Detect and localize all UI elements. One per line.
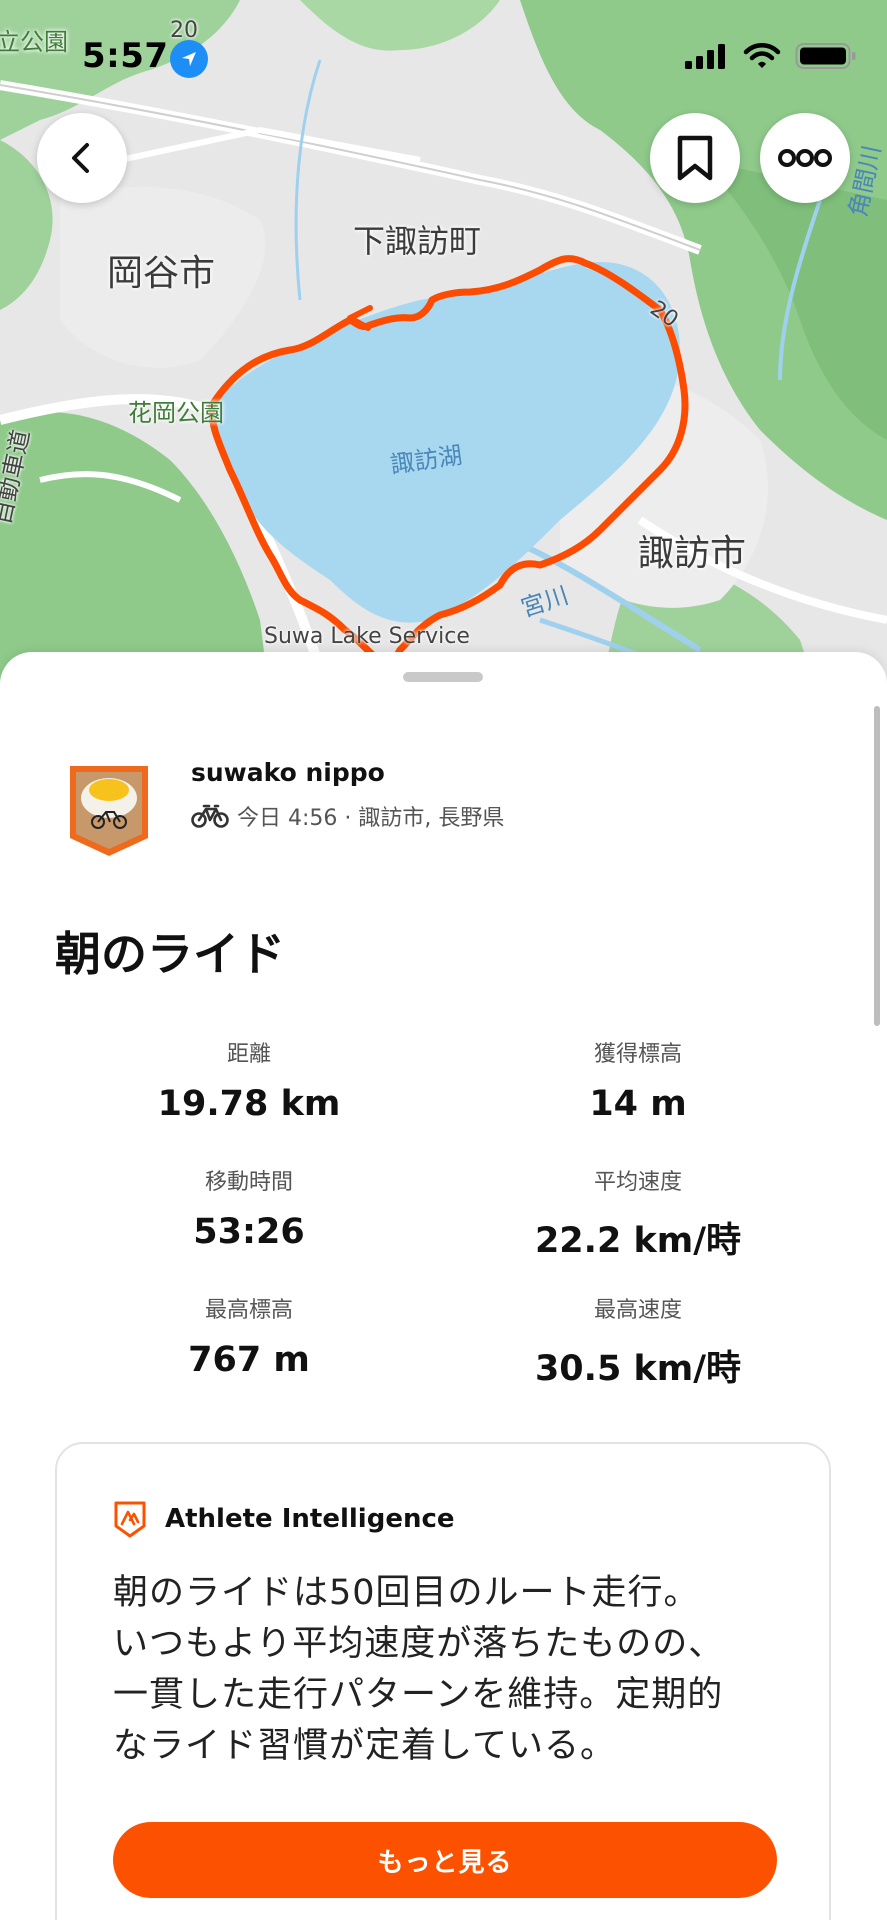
bookmark-button[interactable] bbox=[650, 113, 740, 203]
map-label-road-number: 20 bbox=[170, 18, 198, 43]
stat-max-elevation: 最高標高 767 m bbox=[69, 1292, 429, 1380]
location-arrow-icon bbox=[170, 40, 208, 78]
athlete-intelligence-card: Athlete Intelligence 朝のライドは50回目のルート走行。 い… bbox=[55, 1442, 831, 1920]
map-label-suwa: 諏訪市 bbox=[638, 533, 747, 574]
bike-icon bbox=[191, 804, 229, 828]
map-label-service-area: Suwa Lake Service bbox=[264, 624, 470, 649]
map-label-shimosuwa: 下諏訪町 bbox=[353, 222, 482, 260]
avatar-badge-icon bbox=[70, 766, 148, 856]
map-canvas bbox=[0, 0, 887, 700]
see-more-button[interactable]: もっと見る bbox=[113, 1822, 777, 1898]
scrollbar[interactable] bbox=[874, 706, 880, 1026]
sheet-grabber[interactable] bbox=[403, 672, 483, 682]
stat-label: 距離 bbox=[226, 1042, 271, 1067]
stat-elevation-gain: 獲得標高 14 m bbox=[458, 1036, 818, 1124]
ai-body-line: 朝のライドは50回目のルート走行。 bbox=[113, 1573, 700, 1613]
stat-distance: 距離 19.78 km bbox=[69, 1036, 429, 1124]
bookmark-icon bbox=[677, 135, 713, 181]
stat-value: 14 m bbox=[589, 1084, 687, 1124]
stat-value: 30.5 km/時 bbox=[534, 1349, 742, 1389]
activity-title: 朝のライド bbox=[55, 927, 285, 981]
map-label-okaya: 岡谷市 bbox=[107, 253, 216, 294]
ai-body-line: なライド習慣が定着している。 bbox=[113, 1726, 616, 1766]
stat-label: 獲得標高 bbox=[593, 1042, 682, 1067]
activity-meta: 今日 4:56 · 諏訪市, 長野県 bbox=[191, 800, 504, 832]
status-icons bbox=[683, 42, 857, 70]
signal-icon bbox=[685, 44, 725, 69]
status-time: 5:57 bbox=[82, 36, 169, 76]
activity-meta-text: 今日 4:56 · 諏訪市, 長野県 bbox=[237, 806, 505, 831]
map-label-hanaoka-park: 花岡公園 bbox=[128, 399, 224, 427]
stat-value: 19.78 km bbox=[157, 1084, 341, 1124]
back-button[interactable] bbox=[37, 113, 127, 203]
activity-sheet[interactable]: suwako nippo 今日 4:56 · 諏訪市, 長野県 朝のライド 距離… bbox=[0, 652, 887, 1920]
stat-value: 22.2 km/時 bbox=[534, 1221, 742, 1261]
athlete-avatar[interactable] bbox=[64, 760, 154, 860]
stat-moving-time: 移動時間 53:26 bbox=[69, 1164, 429, 1252]
athlete-name[interactable]: suwako nippo bbox=[191, 758, 385, 787]
ai-body-line: いつもより平均速度が落ちたものの、 bbox=[113, 1624, 725, 1664]
battery-icon bbox=[795, 43, 856, 69]
wifi-icon bbox=[743, 43, 781, 68]
ai-card-body: 朝のライドは50回目のルート走行。 いつもより平均速度が落ちたものの、 一貫した… bbox=[113, 1568, 793, 1772]
back-chevron-icon bbox=[72, 143, 89, 173]
ai-card-header: Athlete Intelligence bbox=[113, 1500, 455, 1538]
stat-value: 767 m bbox=[188, 1340, 310, 1380]
stat-max-speed: 最高速度 30.5 km/時 bbox=[458, 1292, 818, 1391]
ai-body-line: 一貫した走行パターンを維持。定期的 bbox=[113, 1675, 724, 1715]
more-options-button[interactable] bbox=[760, 113, 850, 203]
stat-label: 平均速度 bbox=[593, 1170, 682, 1195]
map-label-park: 立公園 bbox=[0, 28, 68, 56]
athlete-intelligence-icon bbox=[114, 1501, 146, 1538]
stat-label: 移動時間 bbox=[204, 1170, 293, 1195]
stat-value: 53:26 bbox=[193, 1212, 305, 1252]
ai-card-title: Athlete Intelligence bbox=[165, 1504, 455, 1534]
activity-screen: 立公園 20 岡谷市 下諏訪町 花岡公園 諏訪湖 20 諏訪市 宮川 角間川 自… bbox=[0, 0, 887, 1920]
stat-avg-speed: 平均速度 22.2 km/時 bbox=[458, 1164, 818, 1263]
route-map[interactable]: 立公園 20 岡谷市 下諏訪町 花岡公園 諏訪湖 20 諏訪市 宮川 角間川 自… bbox=[0, 0, 887, 700]
more-dots-icon bbox=[778, 149, 832, 167]
stat-label: 最高標高 bbox=[204, 1298, 293, 1323]
stat-label: 最高速度 bbox=[593, 1298, 682, 1323]
